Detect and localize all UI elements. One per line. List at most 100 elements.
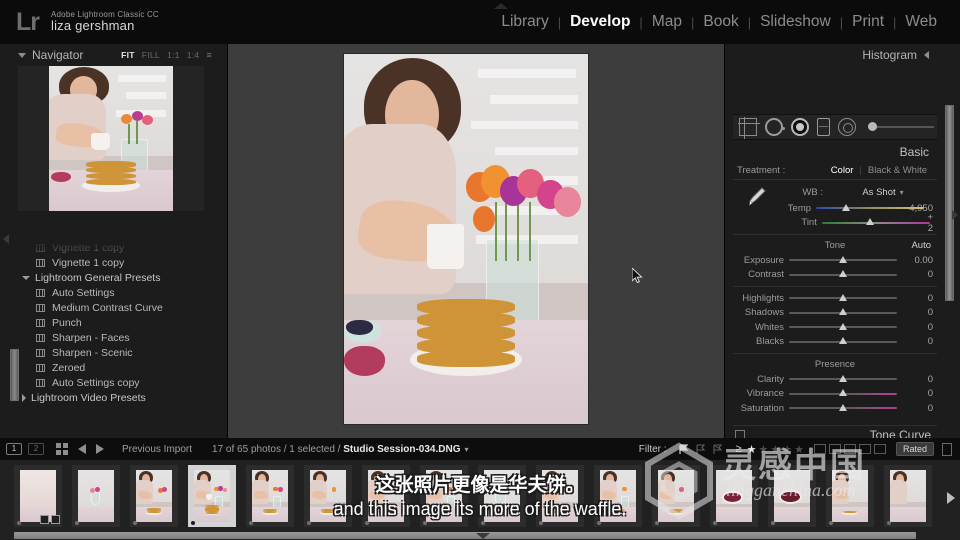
slider-contrast[interactable]: Contrast 0 <box>733 268 937 283</box>
exposure-slider-track[interactable] <box>789 253 897 267</box>
flag-unflagged-icon[interactable] <box>695 444 706 455</box>
saturation-value[interactable]: 0 <box>897 403 937 414</box>
navigator-preview[interactable] <box>18 66 204 211</box>
shadows-slider-track[interactable] <box>789 306 897 320</box>
star-rating-filter[interactable]: ≥ ★ ★ ★ ★ ★ <box>736 443 804 456</box>
module-map[interactable]: Map <box>643 13 691 31</box>
bottom-panel-collapse-icon[interactable] <box>476 533 490 539</box>
basic-panel-header[interactable]: Basic <box>725 142 937 162</box>
slider-temp[interactable]: Temp 4,950 <box>767 201 937 216</box>
previous-photo-icon[interactable] <box>78 444 86 454</box>
filmstrip-item[interactable] <box>710 465 758 527</box>
slider-tint[interactable]: Tint + 2 <box>767 216 937 231</box>
right-panel-scrollbar[interactable] <box>945 105 954 301</box>
chevron-right-icon[interactable] <box>22 394 26 402</box>
next-photo-icon[interactable] <box>96 444 104 454</box>
filmstrip-scrollbar[interactable] <box>14 532 916 539</box>
clarity-value[interactable]: 0 <box>897 374 937 385</box>
clarity-slider-track[interactable] <box>789 372 897 386</box>
view-screen-2-button[interactable]: 2 <box>28 443 44 455</box>
filmstrip-item[interactable] <box>362 465 410 527</box>
red-eye-icon[interactable] <box>791 118 809 136</box>
saturation-slider-track[interactable] <box>789 401 897 415</box>
contrast-value[interactable]: 0 <box>897 269 937 280</box>
white-balance-row[interactable]: WB : As Shot▾ <box>767 184 937 201</box>
wb-value[interactable]: As Shot▾ <box>829 187 937 198</box>
contrast-slider-track[interactable] <box>789 268 897 282</box>
color-label-filters[interactable] <box>814 444 886 454</box>
flag-rejected-icon[interactable] <box>712 444 723 455</box>
brush-size-slider[interactable] <box>868 120 934 134</box>
graduated-filter-icon[interactable] <box>817 118 830 136</box>
identity-plate[interactable]: Adobe Lightroom Classic CC liza gershman <box>51 10 159 34</box>
navigator-header[interactable]: Navigator FIT FILL 1:1 1:4 ≡ <box>14 44 214 66</box>
auto-tone-button[interactable]: Auto <box>911 239 931 253</box>
temp-slider-track[interactable] <box>816 201 909 215</box>
filmstrip-item[interactable] <box>14 465 62 527</box>
presets-list[interactable]: Vignette 1 copy Vignette 1 copy Lightroo… <box>14 240 214 437</box>
zoom-fill[interactable]: FILL <box>142 50 160 60</box>
histogram-header[interactable]: Histogram <box>725 44 937 66</box>
blacks-value[interactable]: 0 <box>897 336 937 347</box>
left-panel-scrollbar[interactable] <box>10 349 19 401</box>
color-label-yellow[interactable] <box>829 444 841 454</box>
module-web[interactable]: Web <box>896 13 946 31</box>
preset-item[interactable]: Vignette 1 copy <box>14 255 214 270</box>
slider-exposure[interactable]: Exposure 0.00 <box>733 253 937 268</box>
filmstrip-next-icon[interactable] <box>947 492 955 504</box>
star-5-icon[interactable]: ★ <box>794 443 804 456</box>
blacks-slider-track[interactable] <box>789 335 897 349</box>
slider-highlights[interactable]: Highlights 0 <box>733 291 937 306</box>
star-1-icon[interactable]: ★ <box>747 443 757 456</box>
star-2-icon[interactable]: ★ <box>758 443 768 456</box>
filter-preset-dropdown[interactable]: Rated <box>896 442 934 456</box>
view-screen-1-button[interactable]: 1 <box>6 443 22 455</box>
color-label-purple[interactable] <box>874 444 886 454</box>
filmstrip-item[interactable] <box>130 465 178 527</box>
spot-removal-icon[interactable] <box>765 118 783 136</box>
module-print[interactable]: Print <box>843 13 893 31</box>
filter-lock-icon[interactable] <box>942 443 952 456</box>
source-label[interactable]: Previous Import <box>122 444 192 455</box>
thumbnail-badges[interactable] <box>40 515 60 524</box>
vibrance-slider-track[interactable] <box>789 387 897 401</box>
filmstrip-item[interactable] <box>884 465 932 527</box>
filmstrip-item[interactable] <box>478 465 526 527</box>
shadows-value[interactable]: 0 <box>897 307 937 318</box>
star-3-icon[interactable]: ★ <box>770 443 780 456</box>
top-panel-collapse-icon[interactable] <box>494 3 508 9</box>
right-panel-collapse-icon[interactable] <box>952 210 958 220</box>
whites-slider-track[interactable] <box>789 320 897 334</box>
radial-filter-icon[interactable] <box>838 118 856 136</box>
preset-item[interactable]: Medium Contrast Curve <box>14 300 214 315</box>
flag-picked-icon[interactable] <box>678 444 689 455</box>
zoom-more-icon[interactable]: ≡ <box>206 50 212 60</box>
module-library[interactable]: Library <box>492 13 557 31</box>
slider-clarity[interactable]: Clarity 0 <box>733 372 937 387</box>
module-develop[interactable]: Develop <box>561 13 639 31</box>
preset-item[interactable]: Sharpen - Faces <box>14 330 214 345</box>
slider-shadows[interactable]: Shadows 0 <box>733 306 937 321</box>
preset-item[interactable]: Sharpen - Scenic <box>14 345 214 360</box>
filmstrip-item[interactable] <box>72 465 120 527</box>
filmstrip-item[interactable] <box>304 465 352 527</box>
highlights-slider-track[interactable] <box>789 291 897 305</box>
white-balance-selector-icon[interactable] <box>747 186 767 208</box>
color-label-green[interactable] <box>844 444 856 454</box>
filmstrip-item[interactable] <box>246 465 294 527</box>
treatment-color-option[interactable]: Color <box>825 165 860 176</box>
color-label-blue[interactable] <box>859 444 871 454</box>
rating-operator[interactable]: ≥ <box>736 443 742 455</box>
treatment-bw-option[interactable]: Black & White <box>862 165 933 176</box>
filmstrip-item-selected[interactable] <box>188 465 236 527</box>
filmstrip-item[interactable] <box>768 465 816 527</box>
filmstrip-item[interactable] <box>536 465 584 527</box>
module-slideshow[interactable]: Slideshow <box>751 13 840 31</box>
exposure-value[interactable]: 0.00 <box>897 255 937 266</box>
image-preview-area[interactable] <box>228 44 724 438</box>
filmstrip-item[interactable] <box>420 465 468 527</box>
chevron-down-icon[interactable] <box>18 53 26 58</box>
preset-group-general[interactable]: Lightroom General Presets <box>14 270 214 285</box>
filmstrip-item[interactable] <box>652 465 700 527</box>
preset-item[interactable]: Auto Settings <box>14 285 214 300</box>
